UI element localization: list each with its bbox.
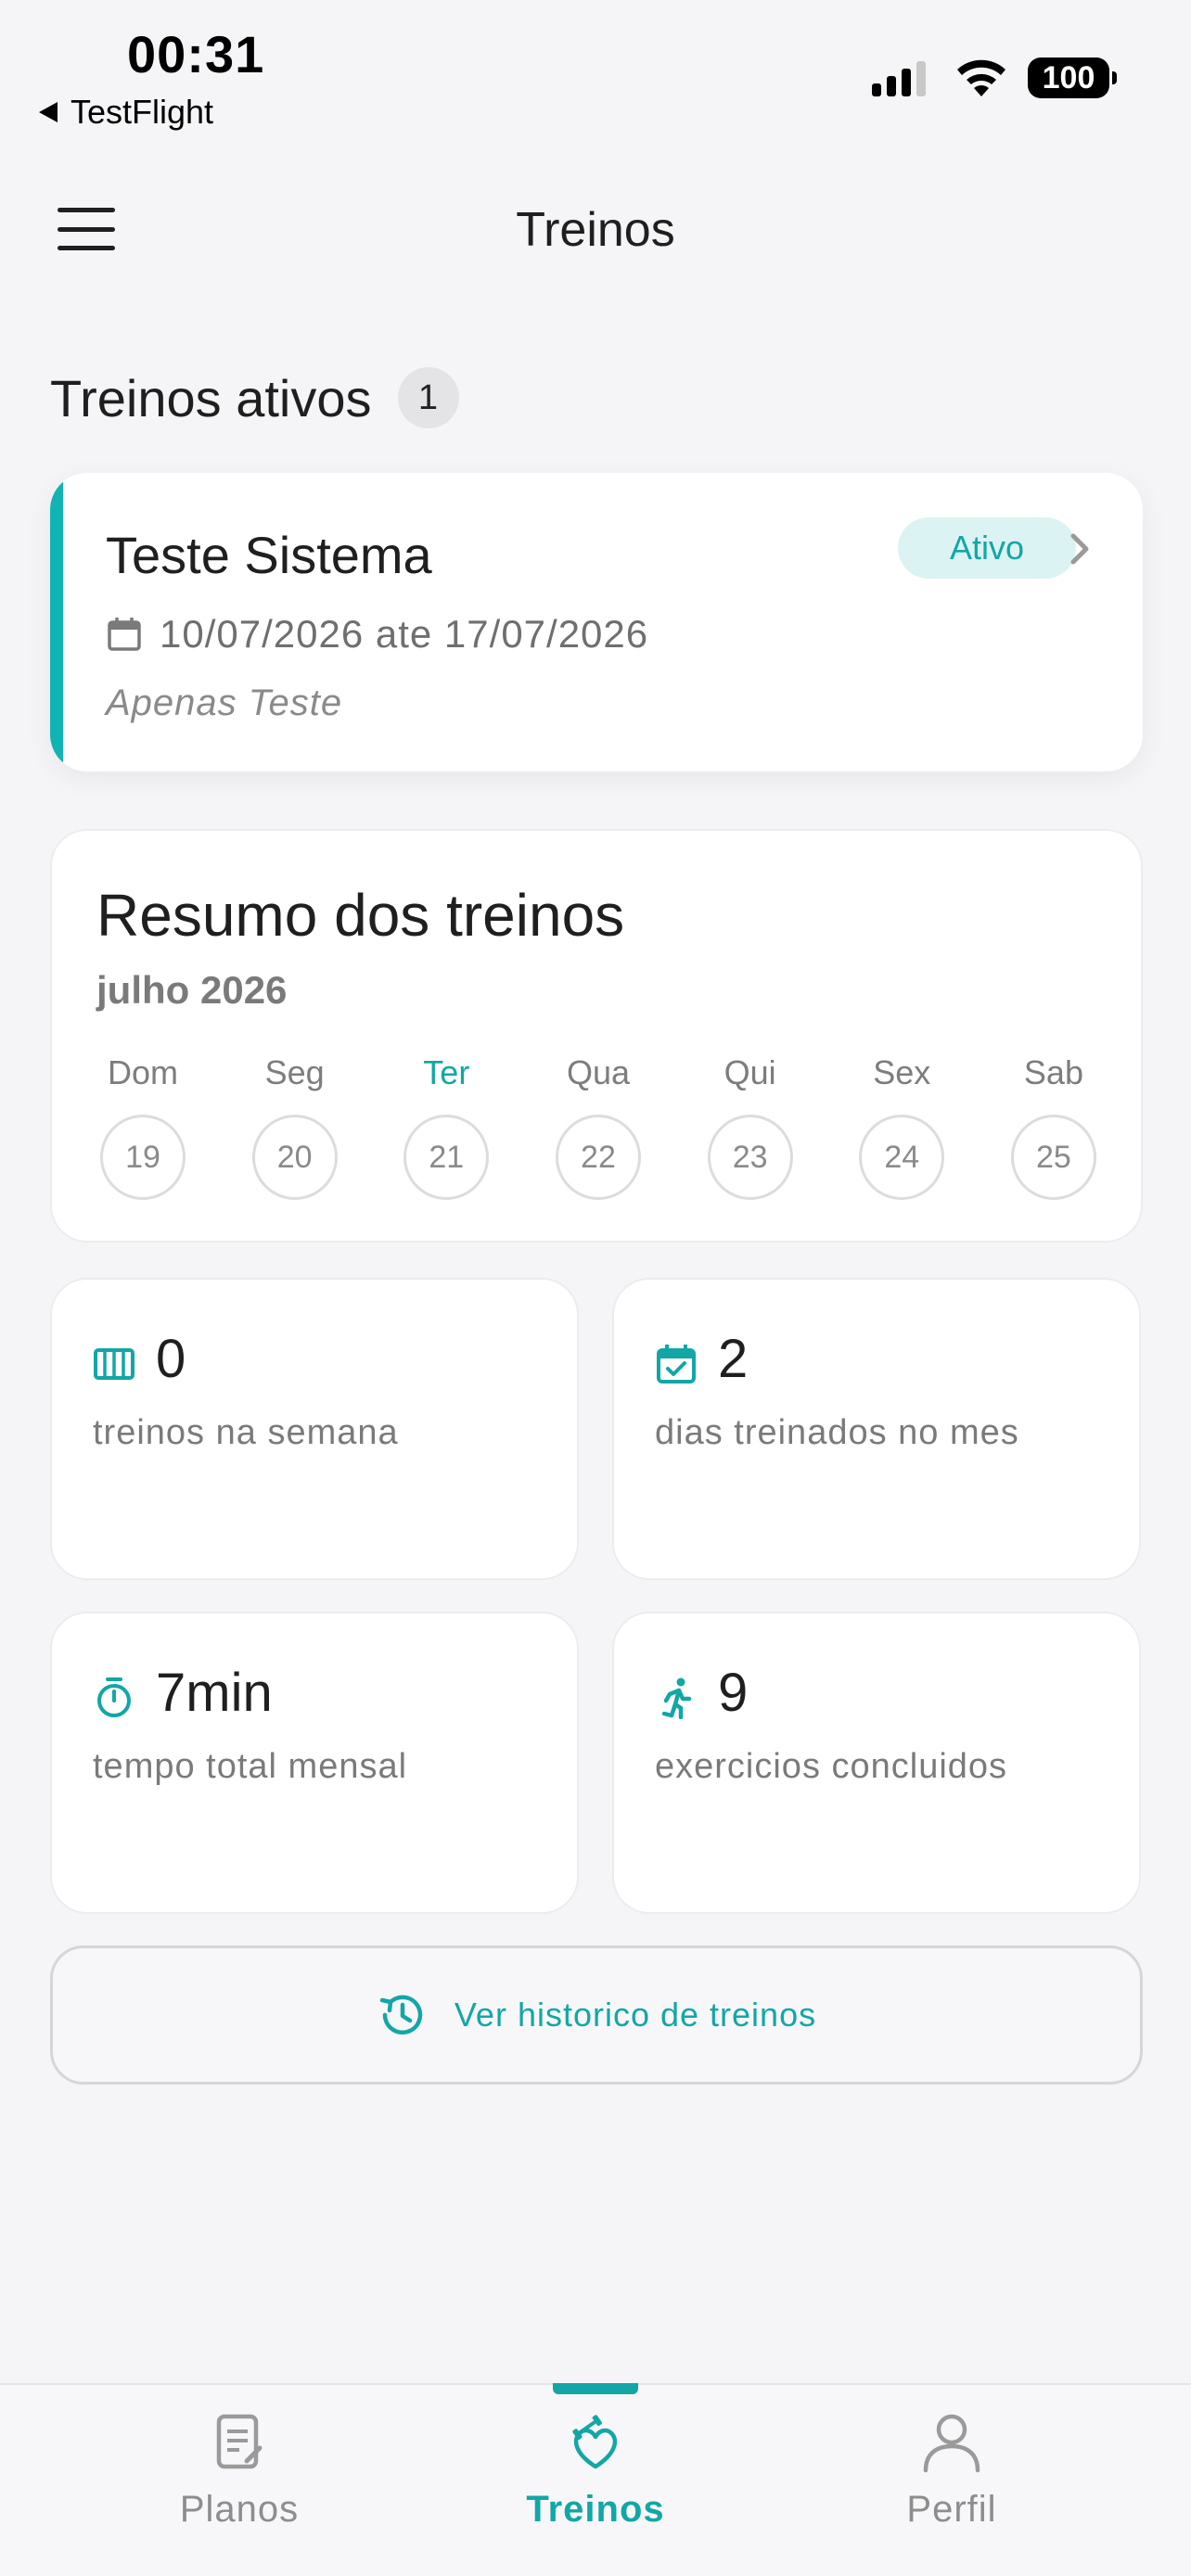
back-to-testflight[interactable]: TestFlight [39, 93, 213, 132]
stat-value: 2 [718, 1329, 749, 1389]
history-icon [379, 1995, 423, 2035]
stat-label: exercicios concluidos [655, 1747, 1008, 1786]
status-badge: Ativo [898, 517, 1076, 579]
person-icon [923, 2414, 980, 2473]
day-name-today: Ter [423, 1053, 470, 1091]
day-name: Sab [1023, 1053, 1083, 1091]
day-number[interactable]: 23 [707, 1115, 793, 1200]
day-name: Dom [107, 1053, 178, 1091]
day-column: Dom 19 [96, 1053, 189, 1200]
week-columns-icon [94, 1348, 134, 1380]
chevron-right-icon [1070, 533, 1089, 565]
cellular-signal-icon [872, 59, 926, 96]
nav-label: Planos [179, 2489, 300, 2530]
heart-dumbbell-icon [572, 2415, 618, 2469]
stat-card-total-time: 7min tempo total mensal [50, 1612, 579, 1914]
back-app-label: TestFlight [70, 93, 214, 131]
nav-item-perfil[interactable]: Perfil [813, 2385, 1091, 2576]
day-number[interactable]: 21 [403, 1115, 490, 1200]
day-number[interactable]: 22 [555, 1115, 641, 1200]
battery-indicator: 100 [1028, 57, 1117, 98]
stat-label: tempo total mensal [93, 1747, 408, 1786]
day-name: Seg [264, 1053, 325, 1091]
plan-dates: 10/07/2026 ate 17/07/2026 [106, 612, 648, 657]
stat-value: 0 [156, 1329, 186, 1389]
section-title: Treinos ativos [50, 368, 372, 427]
day-column: Qua 22 [552, 1053, 645, 1200]
day-name: Qui [724, 1053, 776, 1091]
view-history-label: Ver historico de treinos [454, 1996, 817, 2034]
day-name: Sex [873, 1053, 931, 1091]
running-person-icon [661, 1677, 692, 1719]
stat-value: 9 [718, 1663, 749, 1723]
day-name: Qua [566, 1053, 630, 1091]
stat-label: treinos na semana [93, 1413, 399, 1452]
app-header: Treinos [0, 176, 1191, 287]
day-column: Sab 25 [1007, 1053, 1100, 1200]
week-row: Dom 19 Seg 20 Ter 21 Qua 22 Qui 23 Sex 2… [96, 1053, 1100, 1200]
summary-title: Resumo dos treinos [96, 882, 625, 949]
wifi-icon [957, 59, 1005, 96]
summary-card: Resumo dos treinos julho 2026 Dom 19 Seg… [50, 829, 1143, 1243]
plan-description: Apenas Teste [106, 682, 343, 723]
day-column: Qui 23 [704, 1053, 797, 1200]
status-time: 00:31 [127, 25, 265, 83]
active-plans-header: Treinos ativos 1 [50, 367, 459, 428]
page-title: Treinos [516, 203, 675, 257]
stopwatch-icon [97, 1677, 131, 1717]
nav-label: Treinos [526, 2489, 665, 2530]
calendar-icon [108, 618, 141, 651]
bottom-nav: Planos Treinos Perfil [0, 2383, 1191, 2576]
stat-value: 7min [156, 1663, 273, 1723]
day-column: Seg 20 [249, 1053, 341, 1200]
status-bar: 00:31 TestFlight 100 [0, 0, 1191, 148]
plan-name: Teste Sistema [106, 526, 432, 584]
active-plan-card[interactable]: Teste Sistema Ativo 10/07/2026 ate 17/07… [50, 473, 1143, 772]
back-arrow-icon [39, 102, 58, 122]
clipboard-icon [216, 2414, 263, 2469]
day-column: Ter 21 [400, 1053, 493, 1200]
day-number[interactable]: 20 [251, 1115, 338, 1200]
card-accent-bar [50, 473, 63, 772]
stat-label: dias treinados no mes [655, 1413, 1019, 1452]
calendar-check-icon [657, 1345, 696, 1384]
summary-month: julho 2026 [96, 968, 288, 1012]
stat-card-days-trained: 2 dias treinados no mes [612, 1278, 1141, 1580]
nav-item-treinos[interactable]: Treinos [456, 2385, 735, 2576]
view-history-button[interactable]: Ver historico de treinos [50, 1945, 1143, 2085]
nav-label: Perfil [906, 2489, 997, 2530]
plan-date-range: 10/07/2026 ate 17/07/2026 [160, 612, 649, 656]
stat-card-exercises-completed: 9 exercicios concluidos [612, 1612, 1141, 1914]
day-number[interactable]: 24 [859, 1115, 945, 1200]
day-number[interactable]: 19 [100, 1115, 186, 1200]
day-column: Sex 24 [855, 1053, 948, 1200]
count-badge: 1 [397, 367, 459, 428]
nav-item-planos[interactable]: Planos [100, 2385, 378, 2576]
stat-card-weekly-workouts: 0 treinos na semana [50, 1278, 579, 1580]
day-number[interactable]: 25 [1010, 1115, 1096, 1200]
